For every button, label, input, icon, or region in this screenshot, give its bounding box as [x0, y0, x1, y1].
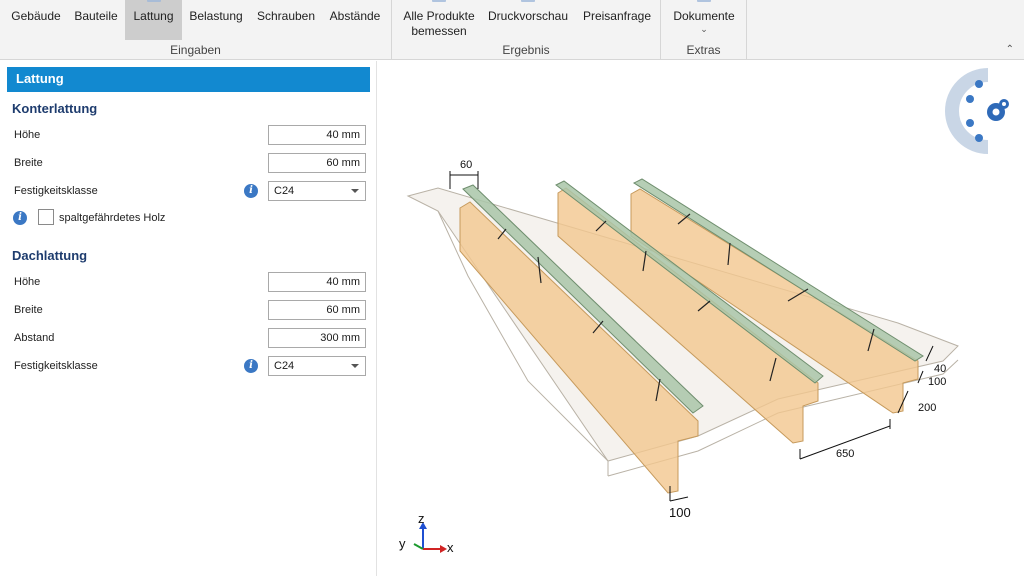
lattung-icon [146, 0, 161, 2]
calculate-icon [432, 0, 446, 2]
dach-hoehe-label: Höhe [14, 276, 41, 288]
view-left-icon [966, 95, 974, 103]
konter-festigkeit-value: C24 [274, 185, 295, 197]
group-label-eingaben: Eingaben [170, 43, 221, 57]
konter-hoehe-label: Höhe [14, 129, 41, 141]
spaltgefaehrdet-checkbox[interactable] [38, 209, 54, 225]
group-ergebnis: Alle Produkte bemessen Druckvorschau Pre… [392, 0, 661, 60]
spaltgefaehrdet-label: spaltgefährdetes Holz [59, 212, 166, 224]
documents-icon [697, 0, 711, 2]
dachlattung-heading: Dachlattung [12, 248, 88, 263]
konterlattung-heading: Konterlattung [12, 101, 98, 116]
dropdown-arrow-icon [351, 364, 359, 368]
ribbon-abstaende-button[interactable]: Abstände [323, 0, 387, 40]
info-icon[interactable]: i [244, 184, 258, 198]
dach-breite-input[interactable]: 60 mm [268, 300, 366, 320]
dach-abstand-input[interactable]: 300 mm [268, 328, 366, 348]
dach-abstand-label: Abstand [14, 332, 55, 344]
axis-z-label: z [418, 511, 425, 526]
dach-breite-label: Breite [14, 304, 43, 316]
ribbon-lattung-button[interactable]: Lattung [125, 0, 182, 40]
3d-viewport[interactable]: 60 100 650 200 100 40 z x y [378, 61, 1024, 576]
ribbon-preisanfrage-button[interactable]: Preisanfrage [579, 0, 655, 40]
dim-lath-height: 40 [934, 363, 946, 375]
dach-hoehe-input[interactable]: 40 mm [268, 272, 366, 292]
view-navigation-widget[interactable] [945, 68, 1009, 154]
roof-model-drawing: 60 100 650 200 100 40 z x y [399, 68, 1009, 555]
ribbon-schrauben-button[interactable]: Schrauben [252, 0, 320, 40]
view-bottom-icon [975, 134, 983, 142]
input-panel: Lattung Konterlattung Höhe 40 mm Breite … [0, 61, 377, 576]
panel-title: Lattung [7, 67, 370, 92]
chevron-down-icon: ⌄ [700, 24, 708, 34]
group-label-ergebnis: Ergebnis [502, 43, 550, 57]
dim-rafter-height: 200 [918, 402, 936, 414]
group-label-extras: Extras [686, 43, 721, 57]
collapse-ribbon-icon[interactable]: ⌃ [1006, 44, 1014, 55]
dim-rafter-width: 100 [669, 505, 691, 520]
konter-festigkeit-select[interactable]: C24 [268, 181, 366, 201]
ribbon-druckvorschau-button[interactable]: Druckvorschau [486, 0, 570, 40]
dach-festigkeit-label: Festigkeitsklasse [14, 360, 98, 372]
konter-hoehe-input[interactable]: 40 mm [268, 125, 366, 145]
group-extras: Dokumente ⌄ Extras [661, 0, 747, 60]
konter-breite-input[interactable]: 60 mm [268, 153, 366, 173]
dim-board-thickness: 100 [928, 376, 946, 388]
ribbon-gebaeude-button[interactable]: Gebäude [6, 0, 66, 40]
info-icon[interactable]: i [244, 359, 258, 373]
ribbon-belastung-button[interactable]: Belastung [183, 0, 249, 40]
ribbon-bauteile-button[interactable]: Bauteile [67, 0, 125, 40]
axis-triad: z x y [399, 511, 454, 555]
info-icon[interactable]: i [13, 211, 27, 225]
dim-rafter-spacing: 650 [836, 448, 854, 460]
view-top-icon [975, 80, 983, 88]
dach-festigkeit-value: C24 [274, 360, 295, 372]
dropdown-arrow-icon [351, 189, 359, 193]
ribbon-dokumente-button[interactable]: Dokumente ⌄ [667, 0, 741, 40]
dach-festigkeit-select[interactable]: C24 [268, 356, 366, 376]
konter-festigkeit-label: Festigkeitsklasse [14, 185, 98, 197]
axis-x-label: x [447, 540, 454, 555]
dim-lath-width: 60 [460, 159, 472, 171]
group-eingaben: Gebäude Bauteile Lattung Belastung Schra… [0, 0, 392, 60]
ribbon-toolbar: Gebäude Bauteile Lattung Belastung Schra… [0, 0, 1024, 60]
print-preview-icon [521, 0, 535, 2]
axis-y-label: y [399, 536, 406, 551]
view-front-icon [966, 119, 974, 127]
konter-breite-label: Breite [14, 157, 43, 169]
